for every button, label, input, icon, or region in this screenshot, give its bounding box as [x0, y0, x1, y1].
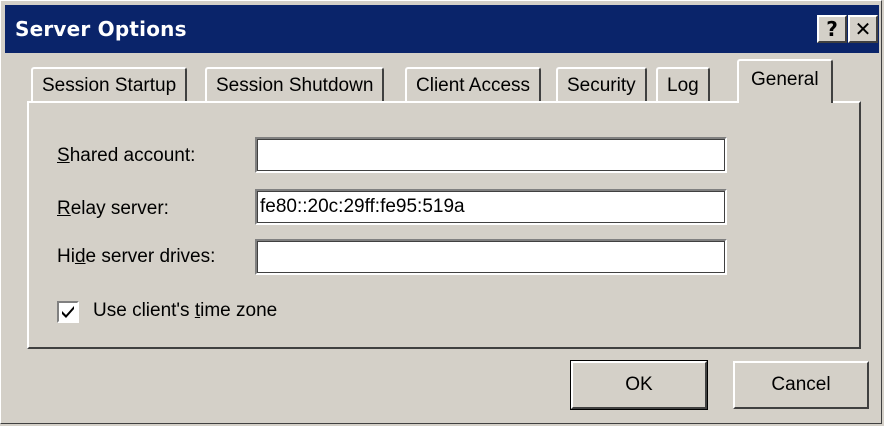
tab-label: Security: [567, 75, 636, 96]
tab-label: Session Shutdown: [216, 75, 374, 96]
tab-label: Log: [667, 75, 699, 96]
tab-session-shutdown[interactable]: Session Shutdown: [205, 67, 385, 101]
cancel-button[interactable]: Cancel: [733, 361, 869, 409]
server-options-dialog: Server Options ? ✕ Session Startup Sessi…: [0, 0, 882, 424]
use-client-time-zone-label[interactable]: Use client's time zone: [93, 300, 277, 322]
use-client-time-zone-checkbox[interactable]: [57, 301, 79, 323]
tab-label: General: [751, 69, 819, 90]
shared-account-field[interactable]: [255, 137, 727, 173]
tab-log[interactable]: Log: [656, 67, 710, 101]
relay-server-label: Relay server:: [57, 198, 169, 219]
title-bar[interactable]: Server Options ? ✕: [5, 5, 879, 53]
tab-general[interactable]: General: [737, 59, 833, 103]
hide-server-drives-label: Hide server drives:: [57, 246, 216, 267]
checkmark-icon: [62, 306, 74, 318]
hide-server-drives-field[interactable]: [255, 239, 727, 275]
relay-server-field[interactable]: [255, 189, 727, 225]
help-button[interactable]: ?: [817, 15, 847, 43]
tab-label: Client Access: [416, 75, 531, 96]
tab-client-access[interactable]: Client Access: [405, 67, 542, 101]
help-icon: ?: [826, 17, 838, 41]
tab-security[interactable]: Security: [556, 67, 647, 101]
close-icon: ✕: [854, 17, 872, 41]
dialog-title: Server Options: [15, 17, 187, 41]
ok-button[interactable]: OK: [570, 360, 708, 410]
tab-session-startup[interactable]: Session Startup: [31, 67, 188, 101]
tab-label: Session Startup: [42, 75, 177, 96]
shared-account-label: Shared account:: [57, 145, 196, 166]
close-button[interactable]: ✕: [848, 15, 878, 43]
